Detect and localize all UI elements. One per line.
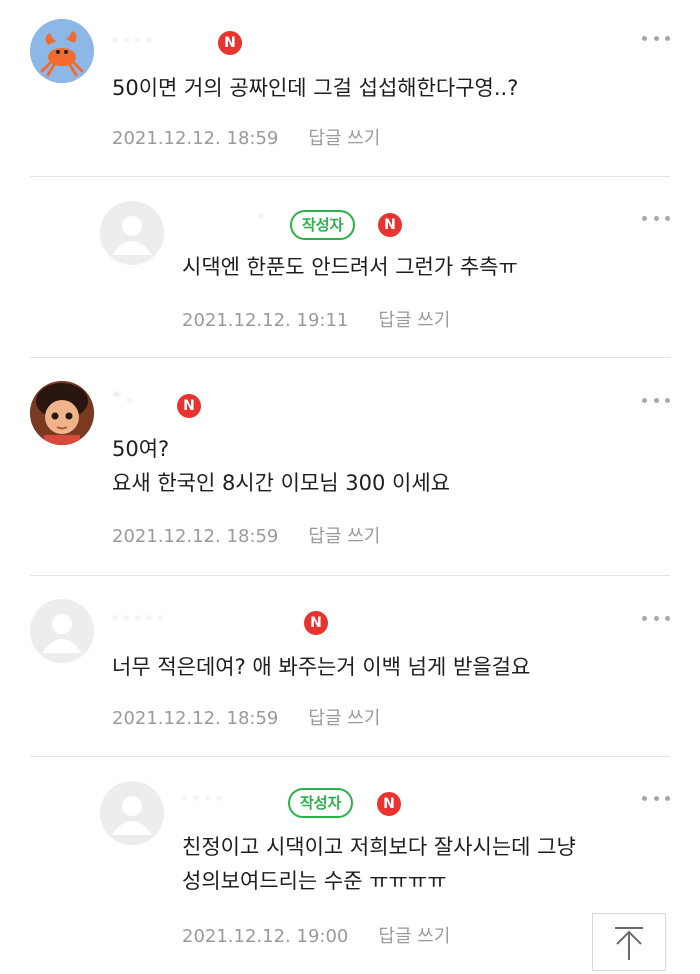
more-options-icon[interactable]	[642, 794, 670, 802]
new-badge: N	[377, 792, 401, 816]
reply-link[interactable]: 답글 쓰기	[378, 926, 450, 947]
author-badge: 작성자	[290, 210, 356, 240]
comment-text: 너무 적은데여? 애 봐주는거 이백 넘게 받을걸요	[112, 655, 531, 679]
comment-meta: 2021.12.12. 18:59 답글 쓰기	[112, 522, 380, 548]
new-badge: N	[177, 394, 201, 418]
more-options-icon[interactable]	[642, 34, 670, 42]
comment-date: 2021.12.12. 19:00	[182, 926, 349, 947]
more-options-icon[interactable]	[642, 214, 670, 222]
reply-link[interactable]: 답글 쓰기	[308, 708, 380, 729]
comment-nickname[interactable]: · · · · ·	[112, 608, 164, 629]
arrow-up-icon	[615, 927, 643, 960]
comment-text: 50여? 요새 한국인 8시간 이모님 300 이세요	[112, 437, 450, 495]
comment-meta: 2021.12.12. 18:59 답글 쓰기	[112, 124, 380, 150]
new-badge: N	[378, 213, 402, 237]
more-options-icon[interactable]	[642, 396, 670, 404]
default-profile-icon	[30, 599, 94, 663]
character-avatar-icon	[30, 381, 94, 445]
default-profile-icon	[100, 781, 164, 845]
comment-date: 2021.12.12. 18:59	[112, 526, 279, 547]
new-badge: N	[304, 611, 328, 635]
avatar[interactable]	[30, 19, 94, 83]
comment-date: 2021.12.12. 18:59	[112, 708, 279, 729]
comment-text: 친정이고 시댁이고 저희보다 잘사시는데 그냥 성의보여드리는 수준 ㅠㅠㅠㅠ	[182, 835, 576, 893]
avatar[interactable]	[30, 599, 94, 663]
avatar[interactable]	[30, 381, 94, 445]
reply-link[interactable]: 답글 쓰기	[308, 526, 380, 547]
reply-link[interactable]: 답글 쓰기	[378, 310, 450, 331]
comment-meta: 2021.12.12. 19:00 답글 쓰기	[182, 922, 450, 948]
divider	[30, 575, 670, 576]
divider	[30, 176, 670, 177]
crab-avatar-icon	[30, 19, 94, 83]
avatar[interactable]	[100, 781, 164, 845]
new-badge: N	[218, 31, 242, 55]
divider	[30, 357, 670, 358]
divider	[30, 756, 670, 757]
comment-meta: 2021.12.12. 18:59 답글 쓰기	[112, 704, 380, 730]
comment-meta: 2021.12.12. 19:11 답글 쓰기	[182, 306, 450, 332]
comment-nickname[interactable]: ˜ ·	[112, 391, 132, 412]
comment-nickname[interactable]: · · · ·	[182, 788, 222, 809]
reply-link[interactable]: 답글 쓰기	[308, 128, 380, 149]
author-badge: 작성자	[288, 788, 354, 818]
avatar[interactable]	[100, 201, 164, 265]
default-profile-icon	[100, 201, 164, 265]
more-options-icon[interactable]	[642, 614, 670, 622]
comment-date: 2021.12.12. 19:11	[182, 310, 349, 331]
comment-nickname[interactable]: ·	[258, 206, 264, 227]
comment-date: 2021.12.12. 18:59	[112, 128, 279, 149]
comment-text: 50이면 거의 공짜인데 그걸 섭섭해한다구영..?	[112, 76, 519, 100]
comment-nickname[interactable]: · · · ·	[112, 30, 152, 51]
scroll-to-top-button[interactable]	[592, 913, 666, 971]
comment-text: 시댁엔 한푼도 안드려서 그런가 추측ㅠ	[182, 255, 518, 279]
